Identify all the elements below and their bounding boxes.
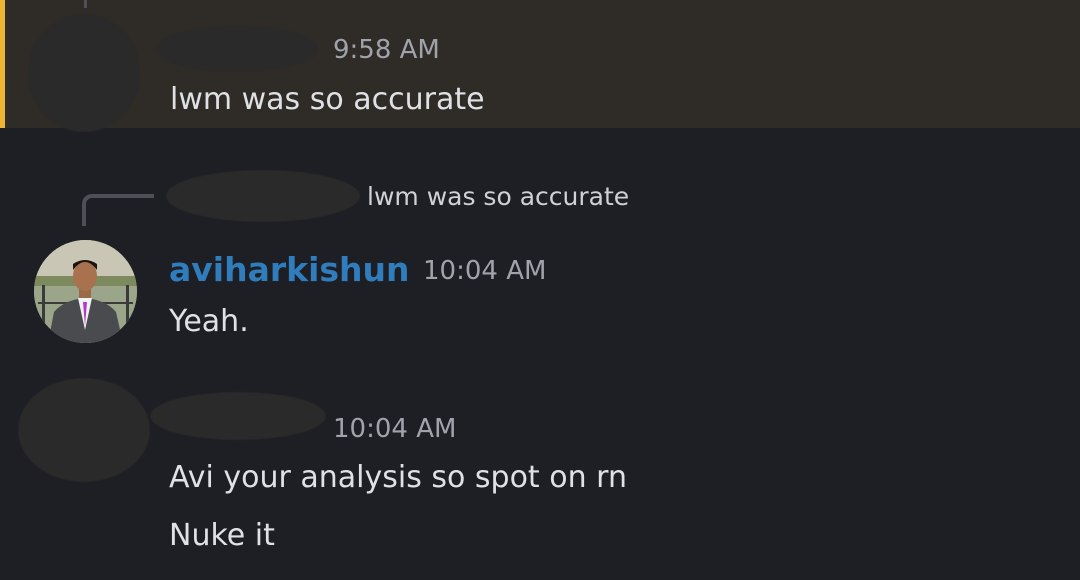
- message-timestamp: 9:58 AM: [333, 35, 440, 65]
- mention-highlight-bar: [0, 0, 5, 128]
- redacted-reply-author: [166, 170, 360, 222]
- reply-preview-text[interactable]: lwm was so accurate: [367, 182, 629, 211]
- chat-message-list: 9:58 AM lwm was so accurate lwm was so a…: [0, 0, 1080, 580]
- redacted-avatar: [28, 14, 140, 132]
- message-timestamp: 10:04 AM: [423, 256, 547, 286]
- highlighted-message[interactable]: 9:58 AM lwm was so accurate: [0, 0, 1080, 132]
- message-text: lwm was so accurate: [170, 82, 485, 117]
- redacted-username: [150, 392, 326, 440]
- message-text-line-1: Avi your analysis so spot on rn: [169, 460, 627, 495]
- avatar[interactable]: [34, 240, 137, 343]
- thread-connector: [84, 0, 87, 8]
- message-text: Yeah.: [169, 304, 249, 339]
- user-photo: [34, 240, 137, 343]
- redacted-avatar: [18, 378, 150, 482]
- message-text-line-2: Nuke it: [169, 518, 275, 553]
- reply-connector: [82, 194, 154, 226]
- message-timestamp: 10:04 AM: [333, 414, 457, 444]
- redacted-username: [156, 26, 318, 72]
- username[interactable]: aviharkishun: [169, 250, 410, 289]
